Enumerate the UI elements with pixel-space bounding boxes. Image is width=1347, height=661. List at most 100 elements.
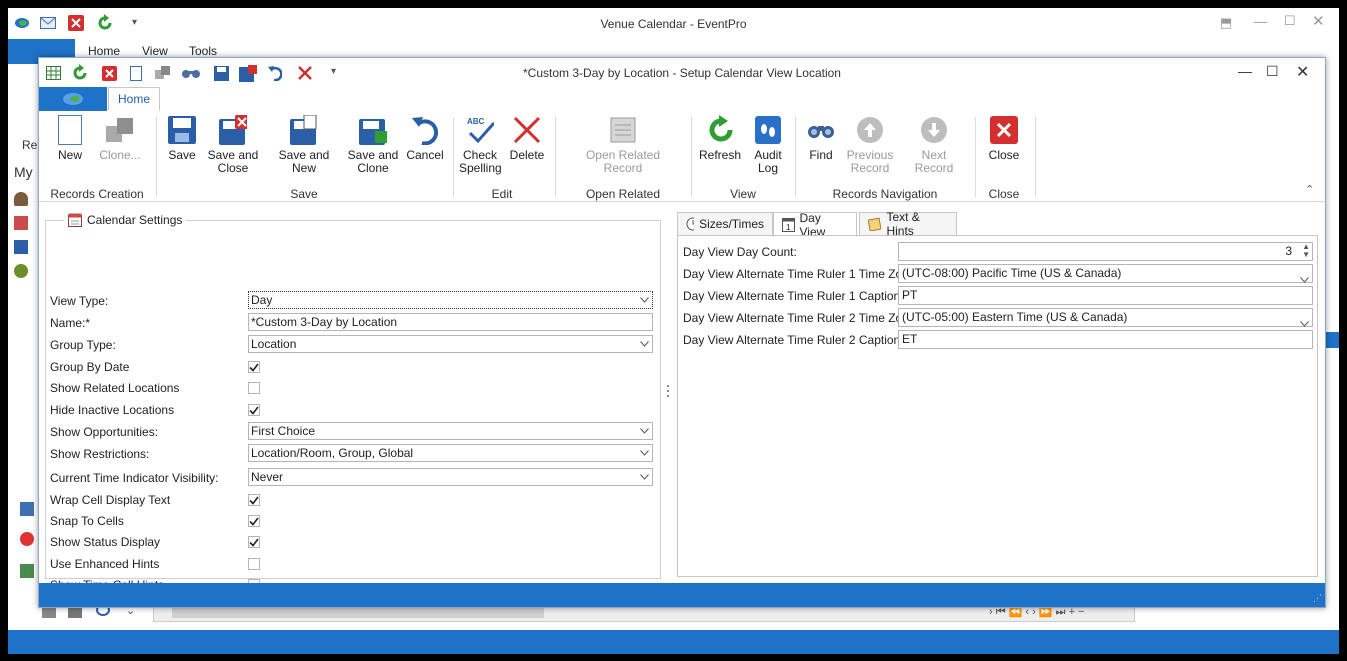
user-icon[interactable]	[14, 192, 28, 206]
refresh-icon	[706, 115, 734, 145]
dialog-title: *Custom 3-Day by Location - Setup Calend…	[523, 66, 841, 80]
hide-inactive-locations-label: Hide Inactive Locations	[50, 403, 175, 417]
document-icon[interactable]	[14, 240, 28, 254]
dialog-titlebar: ▾ *Custom 3-Day by Location - Setup Cale…	[39, 58, 1325, 87]
find-button[interactable]: Find	[805, 115, 837, 162]
group-label-records-creation: Records Creation	[50, 187, 144, 201]
delete-button[interactable]: Delete	[509, 115, 545, 162]
minimize-icon[interactable]: —	[1254, 14, 1267, 29]
calendar-icon[interactable]	[14, 216, 28, 230]
ruler1-timezone-dropdown[interactable]: (UTC-08:00) Pacific Time (US & Canada)	[898, 264, 1313, 283]
tab-sizes-times[interactable]: Sizes/Times	[677, 212, 773, 236]
chevron-down-icon[interactable]	[636, 469, 652, 485]
truncated-text: My	[14, 164, 33, 180]
open-related-record-button[interactable]: Open Related Record	[583, 115, 663, 175]
show-status-display-label: Show Status Display	[50, 535, 161, 549]
scrollbar-thumb[interactable]	[172, 607, 544, 618]
show-opportunities-value: First Choice	[251, 424, 316, 438]
home-icon[interactable]	[20, 502, 34, 516]
chevron-down-icon[interactable]	[636, 445, 652, 461]
group-by-date-checkbox[interactable]	[248, 361, 260, 373]
ruler2-timezone-label: Day View Alternate Time Ruler 2 Time Zon…	[683, 311, 919, 325]
maximize-icon[interactable]: ☐	[1266, 63, 1279, 80]
current-time-indicator-value: Never	[251, 470, 284, 484]
resize-grip-icon[interactable]: ⋰	[1313, 593, 1322, 604]
tab-text-hints[interactable]: Text & Hints	[859, 210, 957, 238]
show-restrictions-value: Location/Room, Group, Global	[251, 446, 414, 460]
clock-icon[interactable]	[14, 264, 28, 278]
ribbon-separator	[795, 117, 796, 197]
ribbon-separator	[975, 117, 976, 197]
save-and-clone-icon	[359, 115, 387, 145]
group-by-date-label: Group By Date	[50, 360, 130, 374]
close-icon[interactable]: ✕	[1296, 62, 1309, 82]
tab-home[interactable]: Home	[88, 44, 120, 58]
day-count-spinner[interactable]: 3 ▲ ▼	[898, 242, 1313, 261]
restore-icon[interactable]: ⬒	[1220, 15, 1232, 31]
refresh-button[interactable]: Refresh	[699, 115, 741, 162]
save-and-new-icon	[290, 115, 318, 145]
spinner-arrows-icon[interactable]: ▲ ▼	[1302, 243, 1310, 259]
save-and-clone-button[interactable]: Save and Clone	[347, 115, 399, 175]
tab-tools[interactable]: Tools	[189, 44, 217, 58]
maximize-icon[interactable]: ☐	[1284, 13, 1296, 29]
minimize-icon[interactable]: —	[1238, 63, 1252, 79]
check-spelling-icon: ABC	[466, 115, 494, 145]
group-type-dropdown[interactable]: Location	[248, 335, 653, 353]
close-red-icon	[990, 115, 1018, 145]
ribbon-tabs	[39, 87, 1325, 112]
current-time-indicator-label: Current Time Indicator Visibility:	[50, 471, 219, 485]
ruler2-caption-input[interactable]: ET	[898, 330, 1313, 349]
show-related-locations-checkbox[interactable]	[248, 382, 260, 394]
new-button[interactable]: New	[55, 115, 85, 162]
save-button[interactable]: Save	[167, 115, 197, 162]
group-label-edit: Edit	[491, 187, 513, 201]
save-and-new-button[interactable]: Save and New	[267, 115, 341, 175]
group-label-save: Save	[290, 187, 318, 201]
audit-log-icon	[754, 115, 782, 145]
calendar-settings-group: Calendar Settings	[45, 213, 661, 579]
panel-splitter[interactable]	[665, 382, 671, 402]
calendar-settings-header: Calendar Settings	[64, 213, 187, 227]
wrap-cell-display-text-checkbox[interactable]	[248, 494, 260, 506]
use-enhanced-hints-checkbox[interactable]	[248, 558, 260, 570]
save-and-close-button[interactable]: Save and Close	[207, 115, 259, 175]
calendar-day-icon: 1	[782, 217, 795, 232]
name-label: Name:*	[50, 316, 91, 330]
cancel-button[interactable]: Cancel	[406, 115, 444, 162]
close-button[interactable]: Close	[987, 115, 1021, 162]
save-icon	[168, 115, 196, 145]
close-icon[interactable]: ✕	[1312, 12, 1325, 30]
show-opportunities-dropdown[interactable]: First Choice	[248, 422, 653, 440]
snap-to-cells-checkbox[interactable]	[248, 515, 260, 527]
window-title: Venue Calendar - EventPro	[600, 17, 747, 31]
ruler1-caption-input[interactable]: PT	[898, 286, 1313, 305]
next-record-button[interactable]: Next Record	[901, 115, 967, 175]
current-time-indicator-dropdown[interactable]: Never	[248, 468, 653, 486]
check-spelling-button[interactable]: ABC Check Spelling	[459, 115, 502, 175]
tab-view[interactable]: View	[142, 44, 168, 58]
chevron-down-icon[interactable]	[636, 336, 652, 352]
hide-inactive-locations-checkbox[interactable]	[248, 404, 260, 416]
collapse-ribbon-icon[interactable]: ⌃	[1305, 183, 1314, 196]
name-input[interactable]: *Custom 3-Day by Location	[248, 313, 653, 331]
dialog-content: Calendar Settings View Type: Day Name:* …	[39, 202, 1325, 592]
show-status-display-checkbox[interactable]	[248, 536, 260, 548]
pin-icon[interactable]	[20, 532, 34, 546]
binoculars-icon	[807, 115, 835, 145]
chevron-down-icon[interactable]	[636, 423, 652, 439]
tab-day-view[interactable]: 1 Day View	[773, 211, 857, 239]
show-restrictions-dropdown[interactable]: Location/Room, Group, Global	[248, 444, 653, 462]
app-menu-button[interactable]	[39, 87, 107, 111]
previous-record-button[interactable]: Previous Record	[845, 115, 895, 175]
audit-log-button[interactable]: Audit Log	[749, 115, 787, 175]
chevron-down-icon[interactable]	[636, 292, 652, 308]
clone-button[interactable]: Clone...	[97, 115, 143, 162]
related-record-icon	[609, 115, 637, 145]
view-type-dropdown[interactable]: Day	[248, 291, 653, 309]
ribbon-tab-home[interactable]: Home	[108, 87, 160, 111]
ruler1-caption-label: Day View Alternate Time Ruler 1 Caption:	[683, 289, 904, 303]
panel-icon[interactable]	[20, 564, 34, 578]
app-logo-icon	[63, 93, 83, 105]
ruler2-timezone-dropdown[interactable]: (UTC-05:00) Eastern Time (US & Canada)	[898, 308, 1313, 327]
